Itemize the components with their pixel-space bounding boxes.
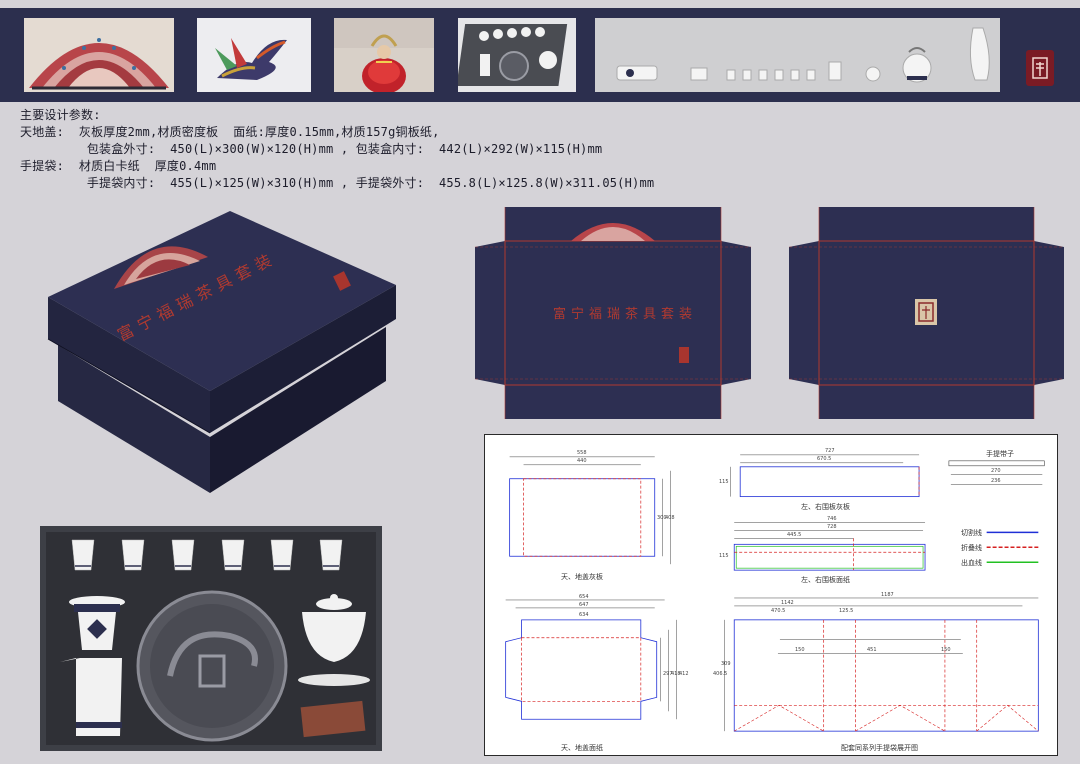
dim-rope-a: 270 — [991, 468, 1001, 474]
dim-p5-b: 470.5 — [771, 608, 786, 614]
dim-p5-f: 150 — [941, 647, 951, 653]
dim-p3-inner: 728 — [827, 524, 837, 530]
brand-seal-logo — [1026, 50, 1054, 86]
panel-lid-board — [509, 456, 671, 565]
dim-p5-e: 451 — [867, 647, 877, 653]
dim-p1-side2: 408 — [665, 515, 675, 521]
dim-rope-b: 236 — [991, 478, 1001, 484]
dim-p1-inner: 440 — [577, 458, 587, 464]
legend-fold-label: 折叠线 — [961, 544, 982, 552]
costumed-figure-image — [334, 18, 434, 92]
params-line-4: 手提袋内寸: 455(L)×125(W)×310(H)mm , 手提袋外寸: 4… — [20, 176, 655, 190]
line-legend — [986, 531, 1039, 563]
dim-p5-g: 309 — [721, 661, 731, 667]
dim-p2-top: 727 — [825, 448, 835, 454]
dim-p4-top: 654 — [579, 594, 589, 600]
panel-side-board-label: 左、右围板灰板 — [801, 503, 850, 511]
panel-lid-paper-label: 天、地盖面纸 — [561, 744, 603, 752]
dim-p1-top: 558 — [577, 450, 587, 456]
panel-bag-unfold — [724, 597, 1039, 732]
dim-p3-mid: 445.5 — [787, 532, 802, 538]
dim-p5-c: 125.5 — [839, 608, 854, 614]
dim-p2-inner: 670.5 — [817, 456, 832, 462]
phoenix-sculpture-image — [197, 18, 311, 92]
embroidered-fan-pattern-image — [24, 18, 174, 92]
params-line-3: 手提袋: 材质白卡纸 厚度0.4mm — [20, 159, 217, 173]
dim-p5-a: 1142 — [781, 600, 794, 606]
dim-p5-h: 406.5 — [713, 671, 728, 677]
legend-bleed-label: 出血线 — [961, 559, 982, 567]
design-parameters: 主要设计参数: 天地盖: 灰板厚度2mm,材质密度板 面纸:厚度0.15mm,材… — [20, 107, 654, 192]
product-lineup-strip — [595, 18, 1000, 92]
dim-p4-inner2: 634 — [579, 612, 589, 618]
dim-p5-top: 1187 — [881, 592, 894, 598]
params-line-2: 包装盒外寸: 450(L)×300(W)×120(H)mm , 包装盒内寸: 4… — [20, 142, 603, 156]
base-dieline — [789, 207, 1064, 419]
dim-p4-inner: 647 — [579, 602, 589, 608]
legend-cut-label: 切割线 — [961, 529, 982, 537]
lid-dieline: 富宁福瑞茶具套装 — [475, 207, 751, 419]
panel-side-paper-label: 左、右围板面纸 — [801, 576, 850, 584]
dim-p5-d: 150 — [795, 647, 805, 653]
lid-title-text: 富宁福瑞茶具套装 — [553, 307, 698, 322]
technical-drawing: 天、地盖灰板 左、右围板灰板 左、右围板面纸 天、地盖面纸 配套同系列手提袋展开… — [484, 434, 1058, 756]
gift-box-render: 富宁福瑞茶具套装 — [40, 205, 400, 505]
params-title: 主要设计参数: — [20, 108, 101, 122]
dim-p2-side: 115 — [719, 479, 729, 485]
panel-lid-paper — [505, 599, 677, 720]
dim-p4-s3: 412 — [679, 671, 689, 677]
panel-bag-unfold-label: 配套同系列手提袋展开图 — [841, 744, 918, 752]
dim-p3-side: 115 — [719, 553, 729, 559]
params-line-1: 天地盖: 灰板厚度2mm,材质密度板 面纸:厚度0.15mm,材质157g铜板纸… — [20, 125, 440, 139]
rope-label: 手提带子 — [986, 450, 1014, 458]
dim-p3-top: 746 — [827, 516, 837, 522]
tea-set-box-image — [458, 18, 576, 92]
tea-set-tray-render — [40, 526, 382, 751]
panel-lid-board-label: 天、地盖灰板 — [561, 573, 603, 581]
